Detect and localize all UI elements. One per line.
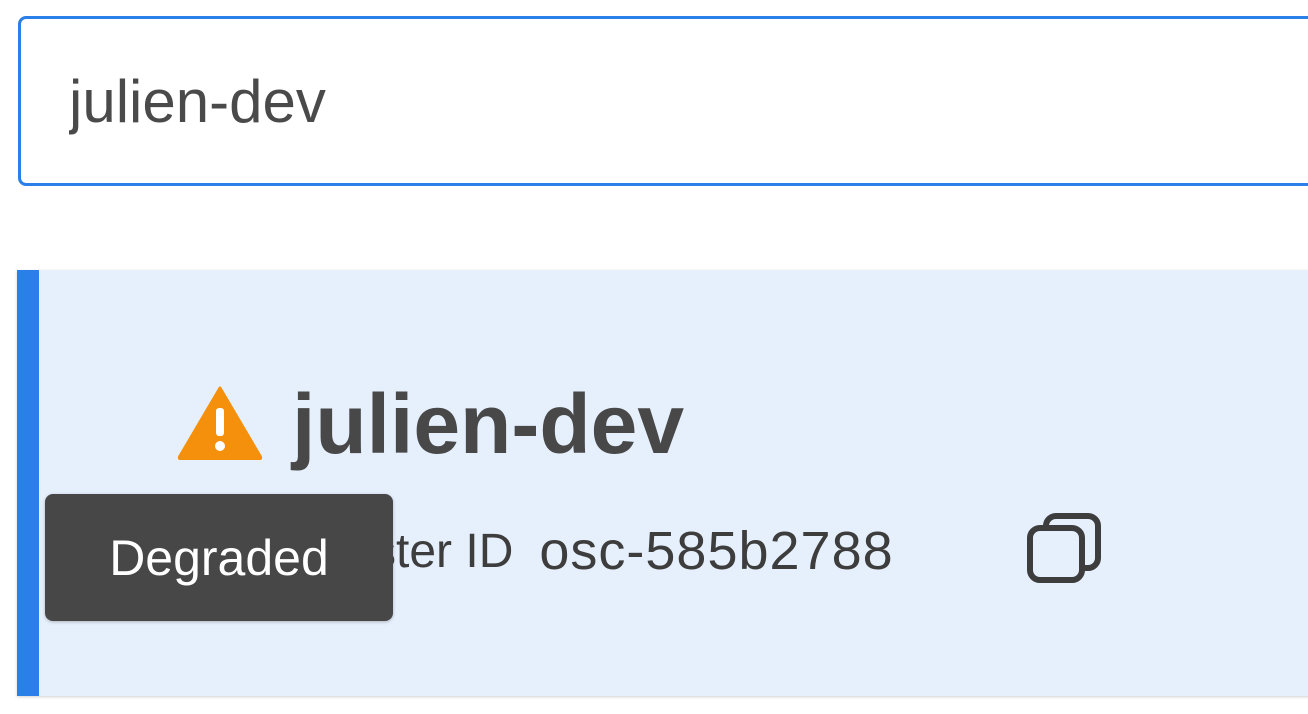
search-field[interactable] xyxy=(18,16,1308,186)
cluster-card[interactable] xyxy=(17,270,1308,696)
cluster-name: julien-dev xyxy=(292,377,685,471)
search-input[interactable] xyxy=(69,19,1308,183)
tooltip-text: Degraded xyxy=(109,529,329,586)
selected-accent-bar xyxy=(17,270,39,696)
copy-icon[interactable] xyxy=(1024,510,1104,586)
status-tooltip: Degraded xyxy=(45,494,393,621)
warning-triangle-icon xyxy=(177,386,263,460)
cluster-id-value: osc-585b2788 xyxy=(539,521,894,581)
